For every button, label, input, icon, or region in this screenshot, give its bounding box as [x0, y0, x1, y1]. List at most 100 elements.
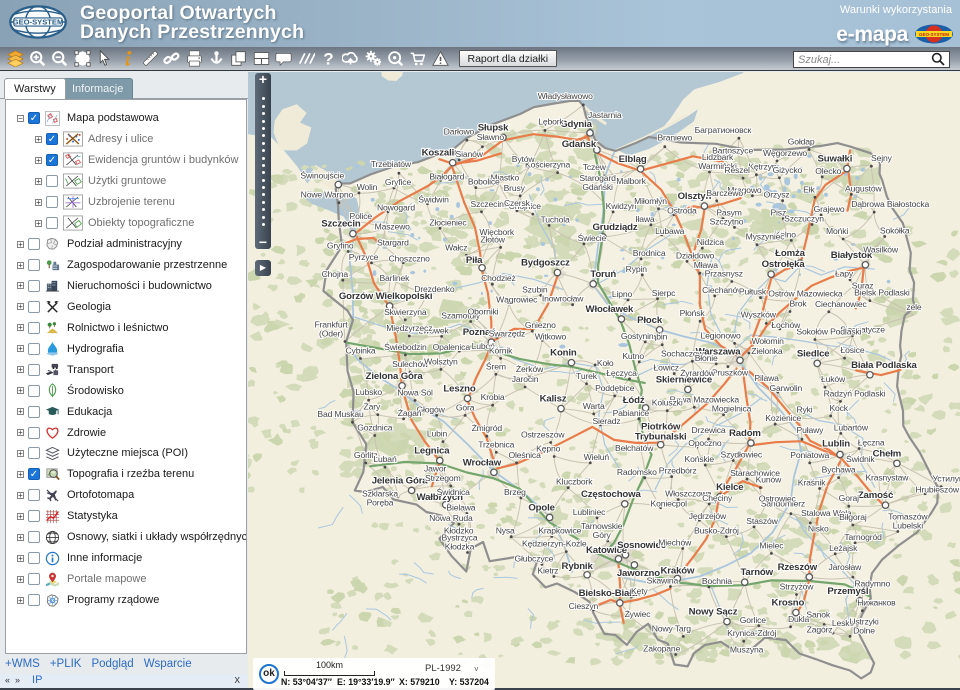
svg-text:Wołomin: Wołomin: [752, 336, 785, 346]
svg-text:Zielonka: Zielonka: [751, 346, 783, 356]
svg-text:Wasilków: Wasilków: [863, 245, 899, 255]
svg-text:Radzyń Podlaski: Radzyń Podlaski: [824, 388, 886, 398]
svg-text:Biłgoraj: Biłgoraj: [839, 512, 867, 522]
svg-text:Żyrardów: Żyrardów: [680, 368, 716, 378]
svg-text:Bielsk Podlaski: Bielsk Podlaski: [854, 288, 910, 298]
svg-text:Żagań: Żagań: [398, 408, 422, 418]
svg-text:Przasnysz: Przasnysz: [705, 269, 743, 279]
svg-text:Nowa Sól: Nowa Sól: [397, 387, 433, 397]
svg-text:Działdowo: Działdowo: [676, 250, 715, 260]
svg-text:Poddębice: Poddębice: [595, 383, 635, 393]
svg-text:Tczew: Tczew: [583, 162, 607, 172]
svg-text:Konin: Konin: [550, 348, 577, 359]
svg-text:Orzysz: Orzysz: [764, 190, 790, 200]
svg-text:Góra: Góra: [456, 402, 475, 412]
svg-text:Turek: Turek: [576, 371, 598, 381]
svg-text:Łowicz: Łowicz: [654, 363, 679, 373]
svg-text:Bydgoszcz: Bydgoszcz: [521, 258, 570, 269]
svg-text:Śrem: Śrem: [486, 360, 506, 371]
svg-text:Giżycko: Giżycko: [773, 165, 803, 175]
svg-text:Świebodzin: Świebodzin: [384, 341, 427, 352]
svg-text:Łapy: Łapy: [835, 269, 854, 279]
svg-text:?: ?: [323, 50, 333, 67]
svg-text:Jędrzejów: Jędrzejów: [689, 511, 727, 521]
svg-text:Poniatowa: Poniatowa: [790, 450, 829, 460]
svg-text:Inowrocław: Inowrocław: [542, 294, 584, 304]
svg-text:Zagórz: Zagórz: [807, 624, 833, 634]
svg-text:Puławy: Puławy: [796, 425, 824, 435]
svg-text:Żary: Żary: [364, 402, 381, 412]
svg-text:Błonie: Błonie: [695, 353, 718, 363]
svg-text:Warta: Warta: [583, 401, 605, 411]
svg-text:Augustów: Augustów: [845, 183, 882, 193]
svg-text:Kock: Kock: [829, 403, 848, 413]
svg-text:Mielec: Mielec: [759, 540, 784, 550]
svg-text:Biała Podlaska: Biała Podlaska: [851, 360, 917, 371]
svg-text:Trzebiatów: Trzebiatów: [371, 159, 412, 169]
svg-text:Sierpc: Sierpc: [652, 288, 676, 298]
svg-text:Radomsko: Radomsko: [617, 467, 657, 477]
svg-text:Barczewo: Barczewo: [706, 188, 743, 198]
svg-text:Gdynia: Gdynia: [560, 119, 592, 130]
svg-text:Krobia: Krobia: [481, 392, 505, 402]
svg-text:Strzyżów: Strzyżów: [780, 582, 815, 592]
svg-text:Lubelski: Lubelski: [893, 521, 924, 531]
svg-text:Muszyna: Muszyna: [730, 644, 764, 654]
svg-text:Lubsko: Lubsko: [355, 387, 382, 397]
svg-text:Drezdenko: Drezdenko: [414, 284, 455, 294]
svg-text:Gryfino: Gryfino: [327, 241, 354, 251]
svg-text:Radymno: Radymno: [854, 579, 890, 589]
svg-text:Poręba: Poręba: [367, 498, 394, 508]
svg-text:Głubczyce: Głubczyce: [515, 553, 554, 563]
svg-text:Myszyniec: Myszyniec: [746, 232, 786, 242]
svg-text:Drzewica: Drzewica: [691, 425, 726, 435]
svg-text:Jarocin: Jarocin: [512, 374, 539, 384]
svg-text:Opalenica: Opalenica: [433, 342, 471, 352]
svg-text:Rybnik: Rybnik: [562, 561, 594, 572]
svg-text:Czersk: Czersk: [504, 198, 531, 208]
svg-text:Ciechanowiec: Ciechanowiec: [815, 299, 868, 309]
svg-text:zele: zele: [906, 302, 922, 312]
svg-text:Wolsztyn: Wolsztyn: [424, 356, 458, 366]
svg-text:Chęciny: Chęciny: [702, 493, 733, 503]
svg-text:Lubań: Lubań: [373, 454, 397, 464]
svg-text:Bad Muskau: Bad Muskau: [317, 409, 364, 419]
svg-text:GEO-SYSTEM: GEO-SYSTEM: [13, 18, 64, 27]
svg-text:Dąbrowa Białostocka: Dąbrowa Białostocka: [851, 199, 929, 209]
svg-text:Chojna: Chojna: [322, 269, 349, 279]
svg-text:Łęczna: Łęczna: [858, 438, 885, 448]
svg-text:Bielsko-Biała: Bielsko-Biała: [579, 588, 638, 599]
svg-text:Lubin: Lubin: [427, 429, 448, 439]
svg-text:Gdańsk: Gdańsk: [562, 139, 597, 150]
svg-text:Gorlice: Gorlice: [740, 615, 767, 625]
svg-text:Świnoujście: Świnoujście: [300, 170, 344, 181]
svg-text:Miłomłyn: Miłomłyn: [634, 196, 667, 206]
svg-text:Kalisz: Kalisz: [540, 394, 567, 405]
svg-text:Koło: Koło: [597, 358, 614, 368]
svg-text:Elbląg: Elbląg: [619, 154, 647, 165]
svg-text:Sławno: Sławno: [477, 132, 505, 142]
svg-text:Nowy Targ: Nowy Targ: [652, 623, 691, 633]
svg-text:Koluszki: Koluszki: [652, 398, 683, 408]
svg-text:Braniewo: Braniewo: [657, 133, 692, 143]
svg-text:Gostynin: Gostynin: [621, 331, 654, 341]
svg-text:Szubin: Szubin: [522, 284, 548, 294]
svg-text:Bielawa: Bielawa: [446, 503, 475, 513]
svg-text:Kozienice: Kozienice: [765, 413, 801, 423]
svg-text:Złocieniec: Złocieniec: [429, 217, 467, 227]
svg-text:Płock: Płock: [637, 315, 663, 326]
svg-text:Trzebnica: Trzebnica: [478, 439, 514, 449]
svg-text:Kielce: Kielce: [716, 482, 743, 493]
svg-text:Sejny: Sejny: [871, 153, 893, 163]
svg-text:Łuków: Łuków: [821, 374, 846, 384]
svg-text:Brzeg: Brzeg: [504, 487, 526, 497]
svg-text:Brok: Brok: [789, 299, 807, 309]
svg-text:Kietrz: Kietrz: [537, 566, 558, 576]
svg-text:Wyszków: Wyszków: [741, 309, 777, 319]
svg-text:Stargard: Stargard: [377, 237, 409, 247]
svg-text:Gozdnica: Gozdnica: [357, 423, 392, 433]
svg-text:Gdański: Gdański: [582, 182, 613, 192]
svg-text:Sokołów Podlaski: Sokołów Podlaski: [796, 327, 861, 337]
svg-text:Lipno: Lipno: [612, 289, 633, 299]
svg-text:Siedlce: Siedlce: [797, 348, 830, 359]
